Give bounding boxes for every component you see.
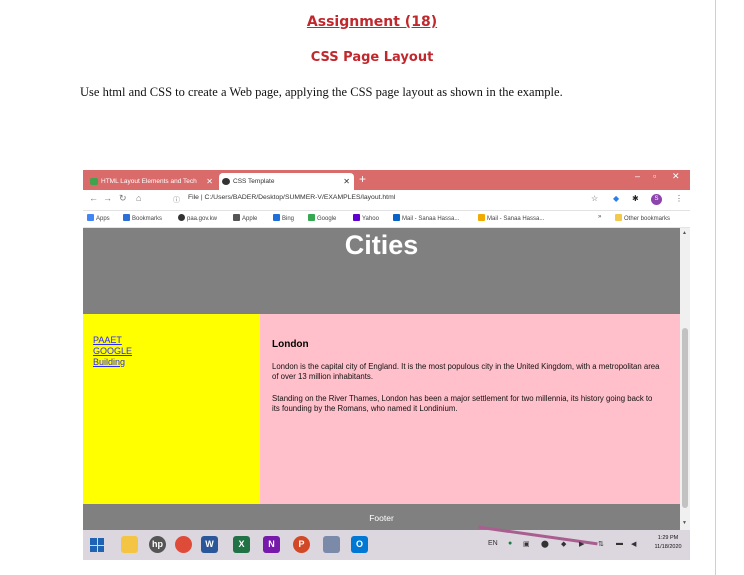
back-arrow-icon[interactable]: ← (89, 193, 98, 203)
system-clock[interactable]: 1:29 PM 11/18/2020 (648, 534, 688, 552)
scroll-down-icon[interactable]: ▼ (682, 520, 687, 526)
new-tab-plus-icon[interactable]: + (359, 172, 366, 186)
site-nav: PAAET GOOGLE Building (83, 314, 260, 504)
bookmark-google[interactable]: Google (308, 214, 336, 222)
globe-favicon-icon (222, 178, 230, 185)
site-footer: Footer (83, 504, 680, 530)
mail-icon (478, 214, 485, 221)
extension-drop-icon[interactable]: ◆ (613, 194, 619, 203)
document-title: Assignment (18) (306, 14, 438, 30)
close-icon[interactable]: ✕ (206, 173, 213, 190)
language-indicator[interactable]: EN (488, 540, 498, 547)
star-icon[interactable]: ☆ (591, 194, 598, 203)
tray-app-icon[interactable]: ◆ (561, 540, 566, 548)
folder-icon (615, 214, 622, 221)
word-icon[interactable]: W (201, 536, 218, 553)
windows-start-icon[interactable] (90, 538, 104, 552)
bookmark-bookmarks[interactable]: Bookmarks (123, 214, 162, 222)
bookmarks-bar: Apps Bookmarks paa.gov.kw Apple Bing Goo… (83, 211, 690, 228)
bookmark-yahoo[interactable]: Yahoo (353, 214, 379, 222)
clock-time: 1:29 PM (657, 535, 679, 541)
w3-favicon-icon (90, 178, 98, 185)
article-paragraph: Standing on the River Thames, London has… (272, 394, 653, 413)
yahoo-icon (353, 214, 360, 221)
network-icon[interactable]: ⇅ (598, 540, 604, 548)
forward-arrow-icon[interactable]: → (103, 193, 112, 203)
profile-avatar[interactable]: S (651, 194, 662, 205)
star-icon (123, 214, 130, 221)
tab-label: CSS Template (233, 178, 275, 185)
bookmark-paa[interactable]: paa.gov.kw (178, 214, 217, 222)
excel-icon[interactable]: X (233, 536, 250, 553)
google-icon (308, 214, 315, 221)
nav-link-building[interactable]: Building (93, 357, 260, 368)
tab-css-template[interactable]: CSS Template ✕ (219, 173, 354, 190)
page-viewport: Cities PAAET GOOGLE Building London Lond… (83, 228, 680, 530)
bookmark-apple[interactable]: Apple (233, 214, 257, 222)
app-icon[interactable] (323, 536, 340, 553)
document-subtitle: CSS Page Layout (310, 50, 434, 65)
site-header: Cities (83, 228, 680, 314)
tray-app-icon[interactable]: ▶ (579, 540, 584, 548)
globe-icon (178, 214, 185, 221)
maximize-icon[interactable]: ▫ (653, 171, 656, 181)
tray-app-icon[interactable]: ▣ (523, 540, 530, 548)
info-icon[interactable]: ⓘ (173, 195, 180, 205)
url-field[interactable]: File | C:/Users/BADER/Desktop/SUMMER-V/E… (188, 194, 395, 201)
powerpoint-icon[interactable]: P (293, 536, 310, 553)
chrome-icon[interactable] (175, 536, 192, 553)
tab-bar: HTML Layout Elements and Tech ✕ CSS Temp… (83, 170, 690, 190)
file-explorer-icon[interactable] (121, 536, 138, 553)
chevron-right-icon[interactable]: » (598, 214, 601, 220)
address-bar: ← → ↻ ⌂ ⓘ File | C:/Users/BADER/Desktop/… (83, 190, 690, 211)
taskbar: hp W X N P O EN ● ▣ ⬤ ◆ ▶ ⇅ ▬ ◀ 1:29 PM … (83, 525, 690, 560)
article-paragraph: London is the capital city of England. I… (272, 362, 660, 381)
bing-icon (273, 214, 280, 221)
volume-icon[interactable]: ◀ (631, 540, 636, 548)
apple-icon (233, 214, 240, 221)
site-article: London London is the capital city of Eng… (260, 314, 680, 504)
bookmark-bing[interactable]: Bing (273, 214, 294, 222)
vertical-scrollbar[interactable]: ▲ ▼ (680, 228, 690, 530)
menu-dots-icon[interactable]: ⋮ (675, 194, 683, 203)
clock-date: 11/18/2020 (654, 544, 682, 550)
bookmark-other[interactable]: Other bookmarks (615, 214, 670, 222)
browser-screenshot: HTML Layout Elements and Tech ✕ CSS Temp… (83, 170, 690, 560)
page-edge (715, 0, 716, 575)
outlook-icon[interactable]: O (351, 536, 368, 553)
minimize-icon[interactable]: – (635, 171, 640, 181)
bookmark-mail-1[interactable]: Mail - Sanaa Hassa... (393, 214, 459, 222)
instruction-text: Use html and CSS to create a Web page, a… (80, 85, 563, 99)
tray-app-icon[interactable]: ⬤ (541, 540, 549, 548)
nav-link-paaet[interactable]: PAAET (93, 335, 260, 346)
site-title: Cities (344, 230, 419, 260)
tray-app-icon[interactable]: ● (508, 540, 512, 547)
tab-html-layout[interactable]: HTML Layout Elements and Tech ✕ (87, 173, 217, 190)
close-icon[interactable]: ✕ (343, 173, 350, 190)
nav-link-google[interactable]: GOOGLE (93, 346, 260, 357)
battery-icon[interactable]: ▬ (616, 540, 623, 547)
tab-label: HTML Layout Elements and Tech (101, 178, 197, 185)
reload-icon[interactable]: ↻ (119, 193, 127, 204)
mail-icon (393, 214, 400, 221)
scroll-thumb[interactable] (682, 328, 688, 508)
bookmark-apps[interactable]: Apps (87, 214, 110, 222)
home-icon[interactable]: ⌂ (136, 193, 141, 203)
extension-puzzle-icon[interactable]: ✱ (632, 194, 639, 203)
bookmark-mail-2[interactable]: Mail - Sanaa Hassa... (478, 214, 544, 222)
scroll-up-icon[interactable]: ▲ (682, 230, 687, 236)
hp-icon[interactable]: hp (149, 536, 166, 553)
apps-grid-icon (87, 214, 94, 221)
onenote-icon[interactable]: N (263, 536, 280, 553)
window-close-icon[interactable]: ✕ (672, 171, 680, 182)
article-title: London (272, 339, 309, 350)
